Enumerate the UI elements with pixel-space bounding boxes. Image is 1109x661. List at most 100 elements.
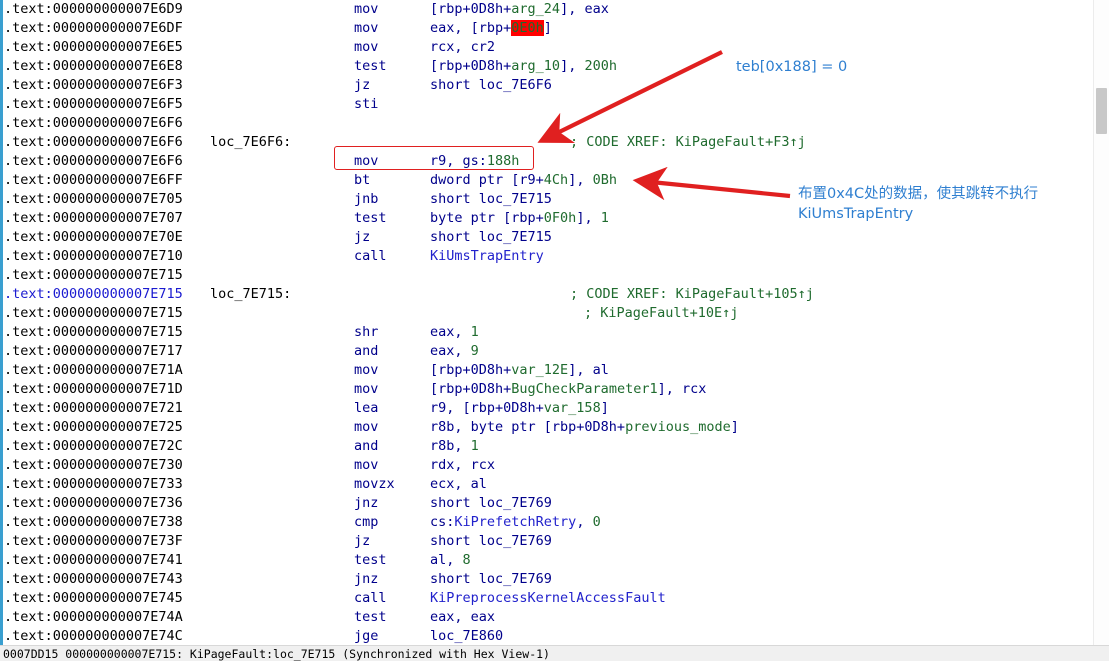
line-address: .text:000000000007E70E bbox=[4, 229, 183, 245]
line-address: .text:000000000007E6FF bbox=[4, 172, 183, 188]
disasm-line[interactable]: .text:000000000007E6F6 bbox=[4, 114, 1080, 133]
instruction-operands[interactable]: cs:KiPrefetchRetry, 0 bbox=[430, 513, 601, 532]
instruction-operands[interactable]: r8b, 1 bbox=[430, 437, 479, 456]
disasm-line[interactable]: .text:000000000007E733 movzx ecx, al bbox=[4, 475, 1080, 494]
disasm-line[interactable]: .text:000000000007E6F3 jz short loc_7E6F6 bbox=[4, 76, 1080, 95]
disasm-line[interactable]: .text:000000000007E74C jge loc_7E860 bbox=[4, 627, 1080, 645]
instruction-operands[interactable]: [rbp+0D8h+arg_24], eax bbox=[430, 0, 609, 19]
disasm-line[interactable]: .text:000000000007E710 call KiUmsTrapEntry bbox=[4, 247, 1080, 266]
line-address: .text:000000000007E707 bbox=[4, 210, 183, 226]
line-address: .text:000000000007E6F3 bbox=[4, 77, 183, 93]
line-address: .text:000000000007E730 bbox=[4, 457, 183, 473]
ida-disassembly-window: .text:000000000007E6D9 mov [rbp+0D8h+arg_2… bbox=[0, 0, 1109, 661]
disassembly-listing[interactable]: .text:000000000007E6D9 mov [rbp+0D8h+arg_2… bbox=[4, 0, 1080, 645]
instruction-operands[interactable]: eax, [rbp+0E0h] bbox=[430, 19, 552, 38]
instruction-mnemonic: sti bbox=[354, 96, 379, 112]
disasm-line[interactable]: .text:000000000007E715 shr eax, 1 bbox=[4, 323, 1080, 342]
vertical-scrollbar[interactable] bbox=[1093, 0, 1109, 645]
instruction-mnemonic: mov bbox=[354, 20, 379, 36]
disasm-line[interactable]: .text:000000000007E730 mov rdx, rcx bbox=[4, 456, 1080, 475]
line-address: .text:000000000007E725 bbox=[4, 419, 183, 435]
disasm-line[interactable]: .text:000000000007E6F6 mov r9, gs:188h bbox=[4, 152, 1080, 171]
disasm-line[interactable]: .text:000000000007E717 and eax, 9 bbox=[4, 342, 1080, 361]
disasm-line[interactable]: .text:000000000007E6DF mov eax, [rbp+0E0h] bbox=[4, 19, 1080, 38]
disasm-line[interactable]: .text:000000000007E6E8 test [rbp+0D8h+arg_… bbox=[4, 57, 1080, 76]
disasm-line[interactable]: .text:000000000007E6F5 sti bbox=[4, 95, 1080, 114]
instruction-operands[interactable]: KiUmsTrapEntry bbox=[430, 247, 544, 266]
instruction-operands[interactable]: short loc_7E769 bbox=[430, 570, 552, 589]
instruction-operands[interactable]: [rbp+0D8h+var_12E], al bbox=[430, 361, 609, 380]
instruction-mnemonic: jnb bbox=[354, 191, 379, 207]
disasm-line[interactable]: .text:000000000007E715 loc_7E715: ; CODE X… bbox=[4, 285, 1080, 304]
instruction-operands[interactable]: KiPreprocessKernelAccessFault bbox=[430, 589, 666, 608]
code-label[interactable]: loc_7E715: bbox=[210, 285, 291, 304]
instruction-operands[interactable]: eax, 1 bbox=[430, 323, 479, 342]
instruction-operands[interactable]: eax, eax bbox=[430, 608, 495, 627]
instruction-operands[interactable]: al, 8 bbox=[430, 551, 471, 570]
line-address: .text:000000000007E715 bbox=[4, 286, 183, 302]
disasm-line[interactable]: .text:000000000007E70E jz short loc_7E715 bbox=[4, 228, 1080, 247]
line-address: .text:000000000007E6D9 bbox=[4, 1, 183, 17]
annotation-teb-offset: teb[0x188] = 0 bbox=[736, 59, 848, 75]
instruction-mnemonic: mov bbox=[354, 419, 379, 435]
instruction-mnemonic: call bbox=[354, 248, 387, 264]
disasm-line[interactable]: .text:000000000007E6E5 mov rcx, cr2 bbox=[4, 38, 1080, 57]
disasm-line[interactable]: .text:000000000007E738 cmp cs:KiPrefetchRe… bbox=[4, 513, 1080, 532]
line-address: .text:000000000007E717 bbox=[4, 343, 183, 359]
instruction-mnemonic: mov bbox=[354, 39, 379, 55]
line-address: .text:000000000007E736 bbox=[4, 495, 183, 511]
disasm-line[interactable]: .text:000000000007E745 call KiPreprocessKe… bbox=[4, 589, 1080, 608]
instruction-mnemonic: jz bbox=[354, 77, 371, 93]
line-address: .text:000000000007E715 bbox=[4, 267, 183, 283]
instruction-mnemonic: mov bbox=[354, 1, 379, 17]
disasm-line[interactable]: .text:000000000007E74A test eax, eax bbox=[4, 608, 1080, 627]
disasm-line[interactable]: .text:000000000007E71D mov [rbp+0D8h+BugCh… bbox=[4, 380, 1080, 399]
instruction-mnemonic: test bbox=[354, 58, 387, 74]
instruction-operands[interactable]: r9, [rbp+0D8h+var_158] bbox=[430, 399, 609, 418]
disasm-line[interactable]: .text:000000000007E743 jnz short loc_7E769 bbox=[4, 570, 1080, 589]
line-address: .text:000000000007E71D bbox=[4, 381, 183, 397]
instruction-mnemonic: jnz bbox=[354, 571, 379, 587]
instruction-operands[interactable]: ecx, al bbox=[430, 475, 487, 494]
instruction-operands[interactable]: [rbp+0D8h+BugCheckParameter1], rcx bbox=[430, 380, 706, 399]
instruction-operands[interactable]: rcx, cr2 bbox=[430, 38, 495, 57]
disasm-line[interactable]: .text:000000000007E725 mov r8b, byte ptr [… bbox=[4, 418, 1080, 437]
disasm-line[interactable]: .text:000000000007E715 ; KiPageFault+10E↑… bbox=[4, 304, 1080, 323]
instruction-mnemonic: and bbox=[354, 438, 379, 454]
line-address: .text:000000000007E743 bbox=[4, 571, 183, 587]
instruction-operands[interactable]: short loc_7E6F6 bbox=[430, 76, 552, 95]
instruction-operands[interactable]: r8b, byte ptr [rbp+0D8h+previous_mode] bbox=[430, 418, 739, 437]
disasm-line[interactable]: .text:000000000007E736 jnz short loc_7E769 bbox=[4, 494, 1080, 513]
scrollbar-thumb[interactable] bbox=[1096, 88, 1107, 134]
code-label[interactable]: loc_7E6F6: bbox=[210, 133, 291, 152]
disasm-line[interactable]: .text:000000000007E73F jz short loc_7E769 bbox=[4, 532, 1080, 551]
line-address: .text:000000000007E738 bbox=[4, 514, 183, 530]
xref-comment: ; KiPageFault+10E↑j bbox=[584, 305, 739, 321]
instruction-operands[interactable]: short loc_7E715 bbox=[430, 228, 552, 247]
instruction-operands[interactable]: [rbp+0D8h+arg_10], 200h bbox=[430, 57, 617, 76]
instruction-mnemonic: mov bbox=[354, 457, 379, 473]
disasm-line[interactable]: .text:000000000007E715 bbox=[4, 266, 1080, 285]
instruction-mnemonic: mov bbox=[354, 153, 379, 169]
line-address: .text:000000000007E715 bbox=[4, 324, 183, 340]
disasm-line[interactable]: .text:000000000007E71A mov [rbp+0D8h+var_1… bbox=[4, 361, 1080, 380]
disasm-line[interactable]: .text:000000000007E741 test al, 8 bbox=[4, 551, 1080, 570]
instruction-operands[interactable]: rdx, rcx bbox=[430, 456, 495, 475]
disasm-line[interactable]: .text:000000000007E721 lea r9, [rbp+0D8h+v… bbox=[4, 399, 1080, 418]
ida-navigation-strip[interactable] bbox=[0, 0, 3, 645]
instruction-mnemonic: jz bbox=[354, 533, 371, 549]
instruction-operands[interactable]: short loc_7E715 bbox=[430, 190, 552, 209]
instruction-operands[interactable]: r9, gs:188h bbox=[430, 152, 519, 171]
instruction-operands[interactable]: byte ptr [rbp+0F0h], 1 bbox=[430, 209, 609, 228]
annotation-patch-note: 布置0x4C处的数据，使其跳转不执行 KiUmsTrapEntry bbox=[798, 186, 1039, 222]
instruction-operands[interactable]: dword ptr [r9+4Ch], 0Bh bbox=[430, 171, 617, 190]
instruction-mnemonic: jz bbox=[354, 229, 371, 245]
instruction-operands[interactable]: short loc_7E769 bbox=[430, 532, 552, 551]
instruction-operands[interactable]: loc_7E860 bbox=[430, 627, 503, 645]
disasm-line[interactable]: .text:000000000007E6F6 loc_7E6F6: ; CODE X… bbox=[4, 133, 1080, 152]
disasm-line[interactable]: .text:000000000007E72C and r8b, 1 bbox=[4, 437, 1080, 456]
instruction-operands[interactable]: short loc_7E769 bbox=[430, 494, 552, 513]
disasm-line[interactable]: .text:000000000007E6D9 mov [rbp+0D8h+arg_2… bbox=[4, 0, 1080, 19]
instruction-operands[interactable]: eax, 9 bbox=[430, 342, 479, 361]
line-address: .text:000000000007E721 bbox=[4, 400, 183, 416]
